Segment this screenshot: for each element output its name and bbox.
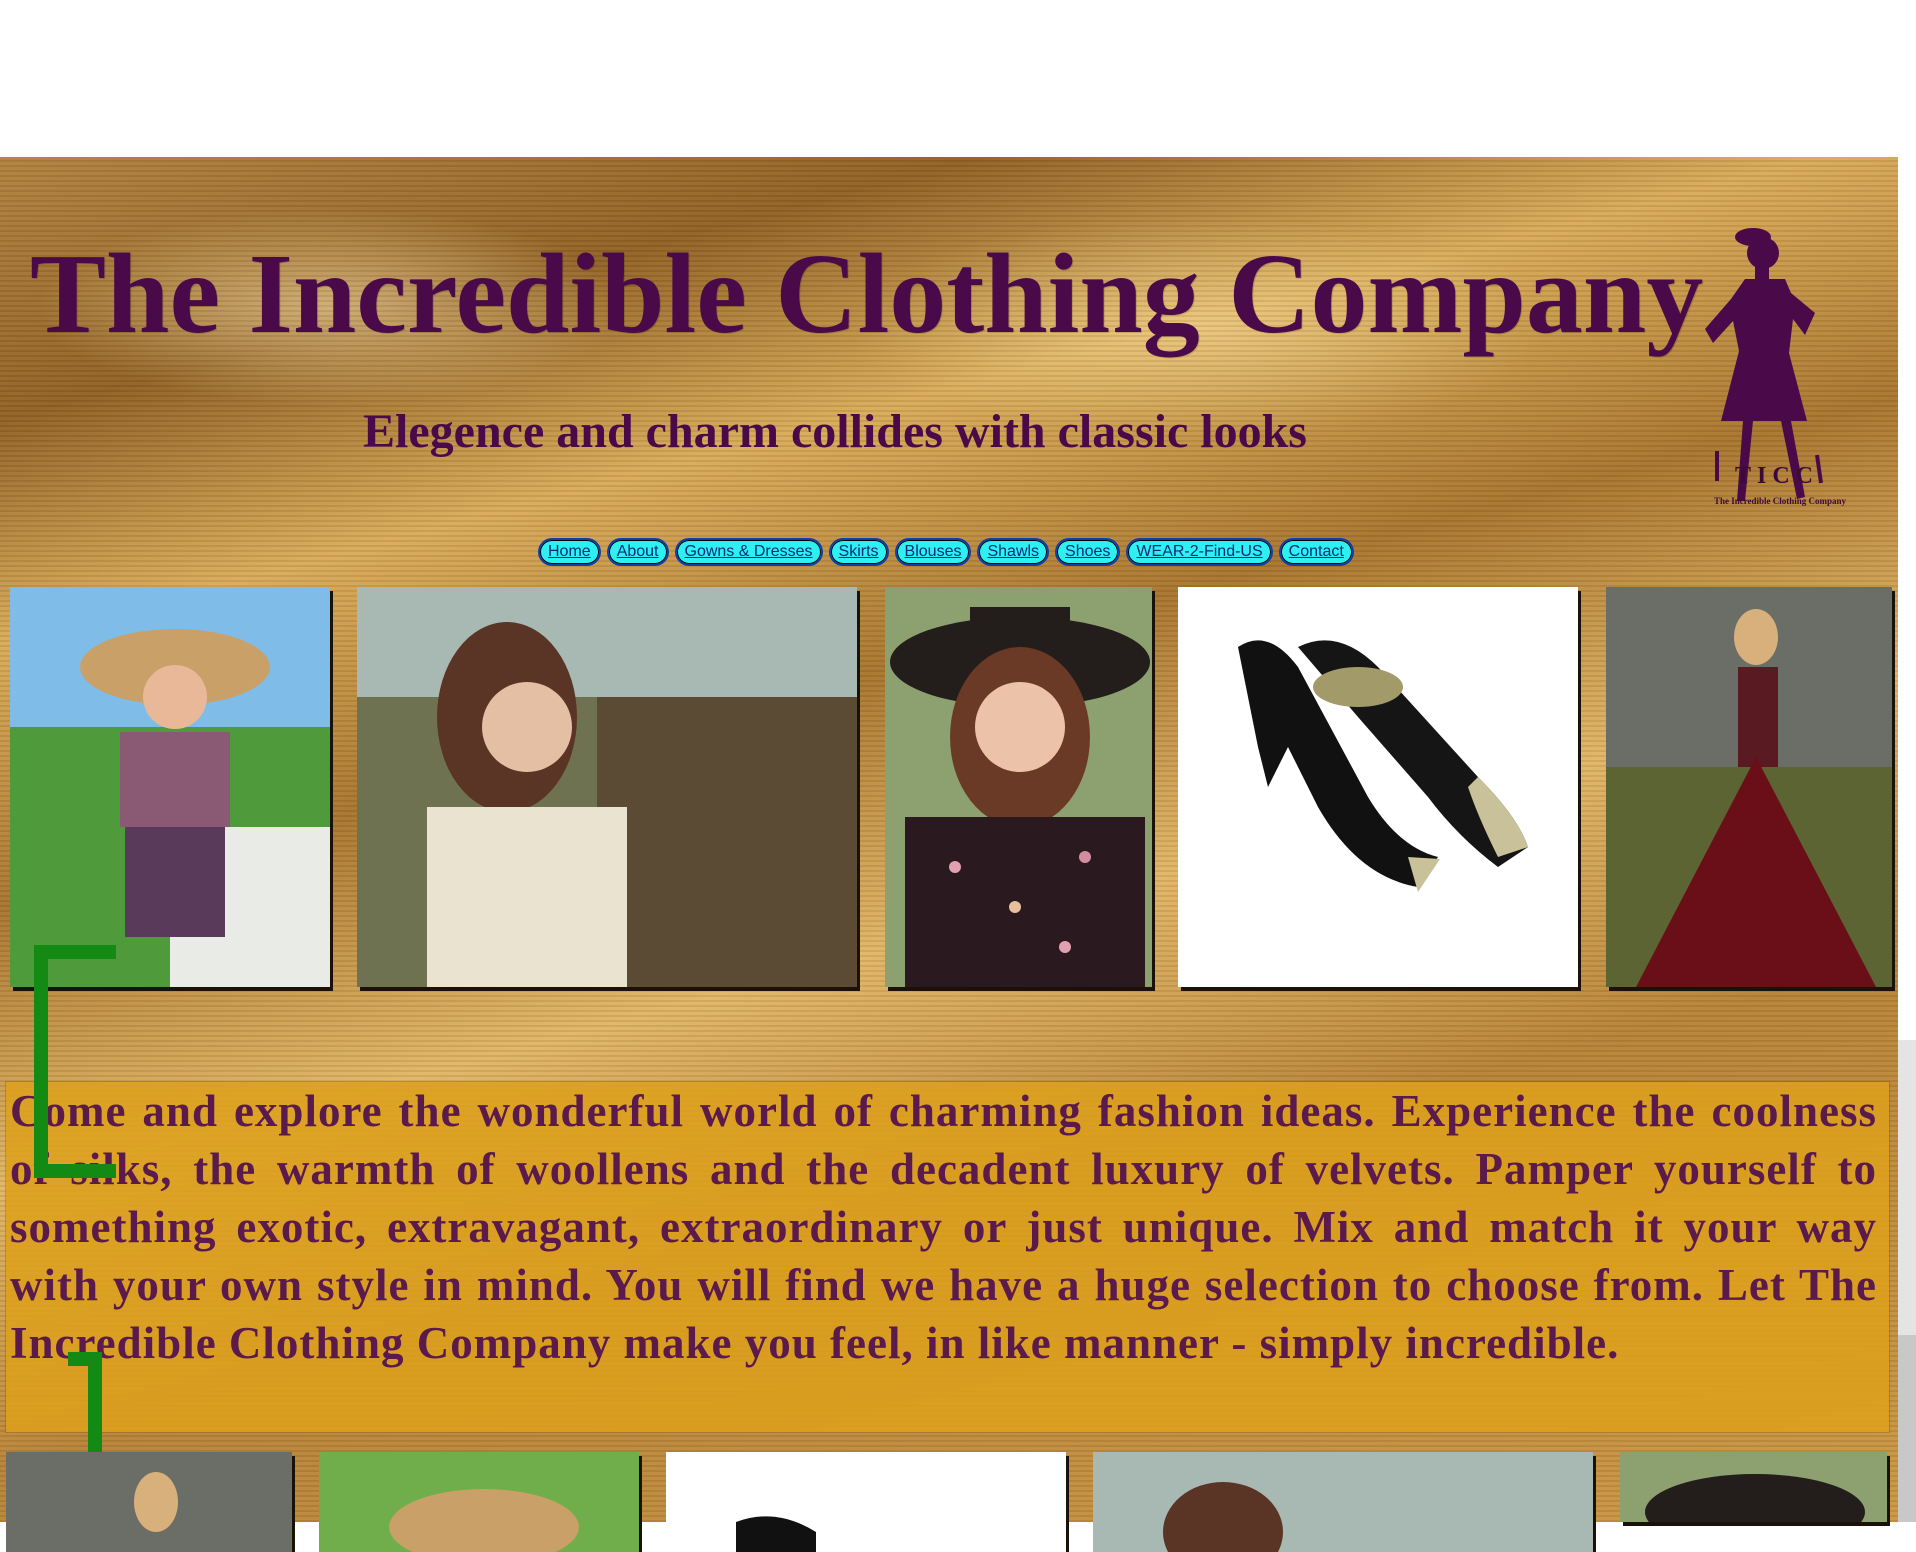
nav-wear-2-find-us[interactable]: WEAR-2-Find-US (1126, 538, 1273, 566)
page-title: The Incredible Clothing Company (30, 230, 1704, 357)
tagline: Elegence and charm collides with classic… (363, 405, 1307, 458)
nav-home[interactable]: Home (538, 538, 601, 566)
nav-shoes[interactable]: Shoes (1055, 538, 1121, 566)
logo-caption: The Incredible Clothing Company (1713, 496, 1847, 506)
gallery-image-black-hat-woman (1620, 1452, 1887, 1522)
gallery-image-heels (1178, 587, 1578, 987)
nav-blouses[interactable]: Blouses (894, 538, 972, 566)
gallery-image-straw-hat-woman (319, 1452, 639, 1552)
nav-shawls[interactable]: Shawls (977, 538, 1050, 566)
gallery-image-shawl-woman (1093, 1452, 1593, 1552)
intro-section: Come and explore the wonderful world of … (6, 1082, 1889, 1432)
nav-contact[interactable]: Contact (1278, 538, 1354, 566)
gallery-image-black-hat-woman (885, 587, 1152, 987)
gallery-image-straw-hat-woman (10, 587, 330, 987)
page-banner: The Incredible Clothing Company Elegence… (0, 157, 1898, 1552)
decorative-bracket (34, 945, 116, 1178)
logo-initials: TICC (1734, 463, 1819, 489)
main-nav: Home About Gowns & Dresses Skirts Blouse… (538, 538, 1354, 566)
nav-gowns-dresses[interactable]: Gowns & Dresses (674, 538, 823, 566)
scrollbar-thumb[interactable] (1898, 1335, 1916, 1522)
gallery-image-heels (666, 1452, 1066, 1552)
gallery-image-ballgown (1606, 587, 1892, 987)
gallery-image-shawl-woman (357, 587, 857, 987)
intro-paragraph: Come and explore the wonderful world of … (10, 1086, 1877, 1368)
gallery-image-ballgown (6, 1452, 292, 1552)
nav-about[interactable]: About (606, 538, 669, 566)
scrollbar-track[interactable] (1898, 1040, 1916, 1340)
nav-skirts[interactable]: Skirts (828, 538, 889, 566)
